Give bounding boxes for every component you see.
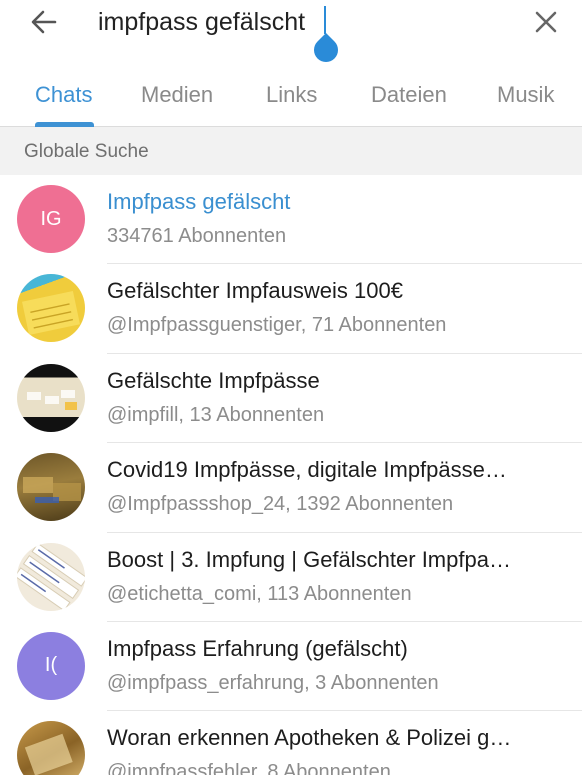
chat-subtitle: @impfill, 13 Abonnenten: [107, 403, 325, 426]
chat-title: Gefälschte Impfpässe: [107, 367, 320, 393]
tab-medien[interactable]: Medien: [141, 82, 213, 108]
document-photo-icon: [24, 734, 73, 775]
chat-subtitle: @Impfpassshop_24, 1392 Abonnenten: [107, 493, 454, 516]
avatar: [17, 721, 85, 775]
avatar-initials: I(: [44, 654, 58, 677]
text-caret: [324, 6, 326, 34]
avatar: I(: [17, 631, 85, 700]
section-header: Globale Suche: [0, 127, 582, 175]
chat-subtitle: @etichetta_comi, 113 Abonnenten: [107, 582, 412, 605]
label-photo-icon: [17, 542, 85, 611]
sticker-photo-icon: [27, 389, 77, 410]
chat-title: Impfpass Erfahrung (gefälscht): [107, 635, 408, 661]
search-tabs: Chats Medien Links Dateien Musik: [0, 62, 582, 127]
tab-chats[interactable]: Chats: [35, 82, 92, 108]
avatar: [17, 274, 85, 343]
avatar: [17, 363, 85, 432]
list-item[interactable]: Boost | 3. Impfung | Gefälschter Impfpa……: [0, 533, 582, 622]
chat-subtitle: @impfpassfehler, 8 Abonnenten: [107, 761, 391, 775]
results-list: IG Impfpass gefälscht 334761 Abonnenten …: [0, 175, 582, 775]
document-photo-icon: [23, 477, 81, 504]
list-item[interactable]: Covid19 Impfpässe, digitale Impfpässe… @…: [0, 443, 582, 533]
chat-title: Boost | 3. Impfung | Gefälschter Impfpa…: [107, 546, 511, 572]
list-item[interactable]: Woran erkennen Apotheken & Polizei g… @i…: [0, 711, 582, 775]
list-item[interactable]: Gefälschte Impfpässe @impfill, 13 Abonne…: [0, 354, 582, 444]
avatar: IG: [17, 185, 85, 253]
tab-musik[interactable]: Musik: [497, 82, 554, 108]
chat-subtitle: 334761 Abonnenten: [107, 225, 287, 247]
section-header-label: Globale Suche: [24, 141, 149, 162]
search-bar: [0, 0, 582, 67]
list-item[interactable]: Gefälschter Impfausweis 100€ @Impfpassgu…: [0, 264, 582, 354]
chat-title: Woran erkennen Apotheken & Polizei g…: [107, 725, 512, 751]
tab-dateien[interactable]: Dateien: [371, 82, 447, 108]
clear-search-button[interactable]: [526, 2, 566, 42]
close-icon: [535, 11, 557, 33]
search-input[interactable]: [98, 4, 518, 40]
chat-title: Impfpass gefälscht: [107, 189, 291, 214]
tab-links[interactable]: Links: [266, 82, 317, 108]
document-photo-icon: [22, 291, 80, 336]
chat-title: Covid19 Impfpässe, digitale Impfpässe…: [107, 457, 507, 483]
chat-subtitle: @impfpass_erfahrung, 3 Abonnenten: [107, 671, 439, 694]
back-button[interactable]: [22, 2, 66, 42]
list-item[interactable]: I( Impfpass Erfahrung (gefälscht) @impfp…: [0, 622, 582, 712]
avatar: [17, 453, 85, 522]
avatar: [17, 542, 85, 611]
chat-title: Gefälschter Impfausweis 100€: [107, 278, 403, 304]
avatar-initials: IG: [40, 207, 62, 230]
arrow-left-icon: [31, 10, 57, 34]
chat-subtitle: @Impfpassguenstiger, 71 Abonnenten: [107, 314, 447, 337]
list-item[interactable]: IG Impfpass gefälscht 334761 Abonnenten: [0, 175, 582, 265]
